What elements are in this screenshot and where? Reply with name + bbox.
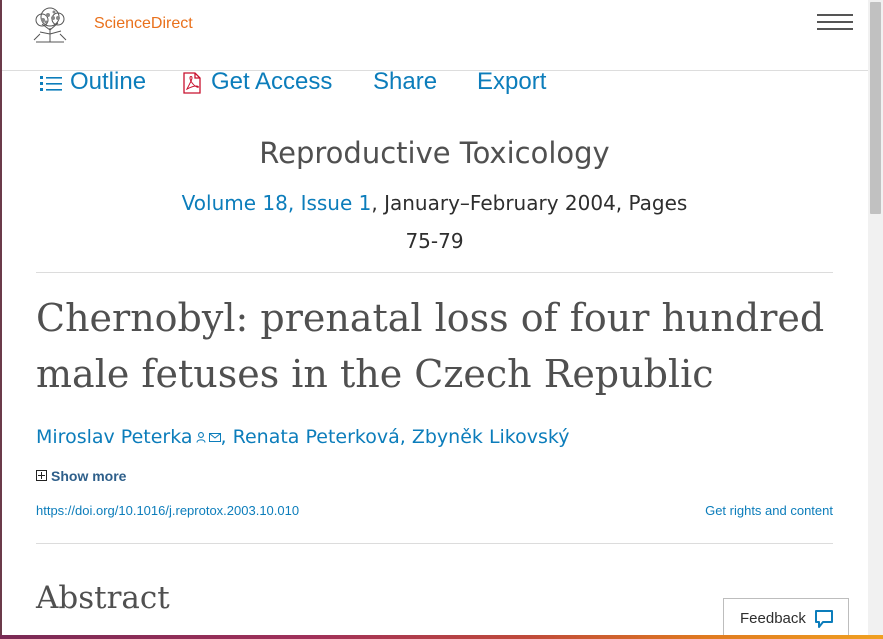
outline-button[interactable]: Outline (40, 68, 146, 96)
show-more-button[interactable]: Show more (36, 468, 126, 484)
divider (36, 272, 833, 273)
author-list: Miroslav Peterka, Renata Peterková, Zbyn… (36, 426, 569, 448)
outline-label: Outline (70, 68, 147, 95)
export-button[interactable]: Export (477, 68, 546, 96)
page-range: 75-79 (405, 229, 464, 253)
get-access-button[interactable]: Get Access (181, 68, 332, 96)
author-link[interactable]: Zbyněk Likovský (412, 426, 570, 448)
author-link[interactable]: Miroslav Peterka (36, 426, 193, 448)
pdf-icon (183, 72, 201, 94)
share-label: Share (373, 68, 438, 95)
issue-info: Volume 18, Issue 1, January–February 200… (36, 184, 833, 260)
export-label: Export (477, 68, 547, 95)
doi-link[interactable]: https://doi.org/10.1016/j.reprotox.2003.… (36, 503, 299, 518)
journal-title[interactable]: Reproductive Toxicology (36, 136, 833, 170)
person-icon[interactable] (195, 432, 206, 443)
get-access-label: Get Access (211, 68, 333, 95)
rights-link[interactable]: Get rights and content (705, 503, 833, 518)
brand-name[interactable]: ScienceDirect (94, 15, 193, 33)
site-header: ScienceDirect (2, 0, 868, 71)
window-frame-bottom (0, 635, 883, 639)
vertical-scrollbar[interactable] (868, 0, 883, 635)
divider (36, 543, 833, 544)
hamburger-menu-icon[interactable] (817, 14, 853, 34)
plus-square-icon (36, 470, 47, 481)
author-separator: , (220, 426, 227, 448)
date-pages: , January–February 2004, Pages (371, 191, 688, 215)
article-title: Chernobyl: prenatal loss of four hundred… (36, 296, 825, 396)
share-button[interactable]: Share (373, 68, 437, 96)
list-icon (40, 75, 62, 91)
volume-issue-link[interactable]: Volume 18, Issue 1 (182, 191, 372, 215)
show-more-label: Show more (51, 468, 127, 484)
feedback-label: Feedback (740, 610, 806, 627)
scrollbar-thumb[interactable] (870, 2, 881, 214)
feedback-button[interactable]: Feedback (723, 598, 849, 637)
author-link[interactable]: Renata Peterková (233, 426, 400, 448)
abstract-heading: Abstract (36, 580, 170, 616)
elsevier-logo[interactable] (28, 6, 72, 44)
author-separator: , (399, 426, 406, 448)
window-frame-left (0, 0, 2, 639)
envelope-icon[interactable] (208, 433, 221, 442)
speech-bubble-icon (815, 610, 833, 628)
